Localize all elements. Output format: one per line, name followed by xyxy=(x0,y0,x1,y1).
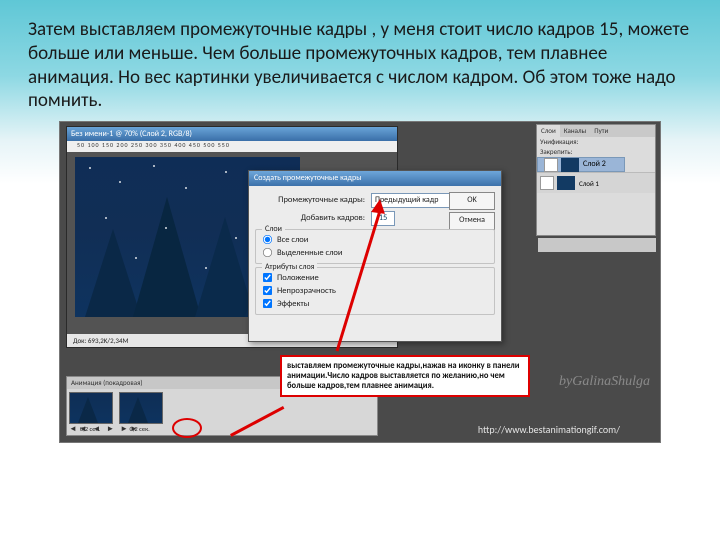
layer-thumb xyxy=(561,158,579,172)
label-add-frames: Добавить кадров: xyxy=(255,213,371,223)
cancel-button[interactable]: Отмена xyxy=(449,212,495,230)
tab-channels[interactable]: Каналы xyxy=(560,125,590,137)
watermark: byGalinaShulga xyxy=(559,374,650,390)
layers-unify: Унификация: xyxy=(537,137,655,147)
tween-dialog: Создать промежуточные кадры OK Отмена Пр… xyxy=(248,170,502,342)
radio-selected-layers[interactable] xyxy=(263,248,272,257)
layers-tabs: Слои Каналы Пути xyxy=(537,125,655,137)
chk-opacity[interactable] xyxy=(263,286,272,295)
opt-sel-layers: Выделенные слои xyxy=(277,248,343,258)
ok-button[interactable]: OK xyxy=(449,192,495,210)
opt-position: Положение xyxy=(277,273,319,283)
anim-controls[interactable]: ◄◄ ◄ ► ►► xyxy=(69,424,140,434)
group-attrs-label: Атрибуты слоя xyxy=(262,262,317,272)
ps-title-bar: Без имени-1 @ 70% (Слой 2, RGB/8) xyxy=(67,127,397,141)
eye-icon[interactable] xyxy=(540,176,554,190)
tab-paths[interactable]: Пути xyxy=(590,125,612,137)
layer-name: Слой 1 xyxy=(579,179,599,188)
layer-item[interactable]: Слой 2 xyxy=(537,157,625,172)
tab-layers[interactable]: Слои xyxy=(537,125,560,137)
opt-opacity: Непрозрачность xyxy=(277,286,336,296)
ps-ruler: 50 100 150 200 250 300 350 400 450 500 5… xyxy=(67,141,397,152)
group-layers-label: Слои xyxy=(262,224,285,234)
label-frames-with: Промежуточные кадры: xyxy=(255,195,371,205)
opt-effects: Эффекты xyxy=(277,299,309,309)
layer-item[interactable]: Слой 1 xyxy=(537,172,655,193)
layer-name: Слой 2 xyxy=(583,158,606,171)
highlight-circle xyxy=(172,418,202,438)
group-attrs: Атрибуты слоя Положение Непрозрачность Э… xyxy=(255,267,495,315)
layers-footer xyxy=(538,238,656,252)
layers-lock: Закрепить: xyxy=(537,147,655,157)
radio-all-layers[interactable] xyxy=(263,235,272,244)
chk-effects[interactable] xyxy=(263,299,272,308)
slide-caption: Затем выставляем промежуточные кадры , у… xyxy=(28,18,692,113)
layers-panel: Слои Каналы Пути Унификация: Закрепить: … xyxy=(536,124,656,236)
group-layers: Слои Все слои Выделенные слои xyxy=(255,229,495,264)
layer-thumb xyxy=(557,176,575,190)
opt-all-layers: Все слои xyxy=(277,235,308,245)
screenshot: Без имени-1 @ 70% (Слой 2, RGB/8) 50 100… xyxy=(59,121,661,443)
source-url: http://www.bestanimationgif.com/ xyxy=(478,423,620,436)
annotation-box: выставляем промежуточные кадры,нажав на … xyxy=(280,355,530,397)
dialog-title: Создать промежуточные кадры xyxy=(249,171,501,186)
eye-icon[interactable] xyxy=(544,158,558,172)
chk-position[interactable] xyxy=(263,273,272,282)
